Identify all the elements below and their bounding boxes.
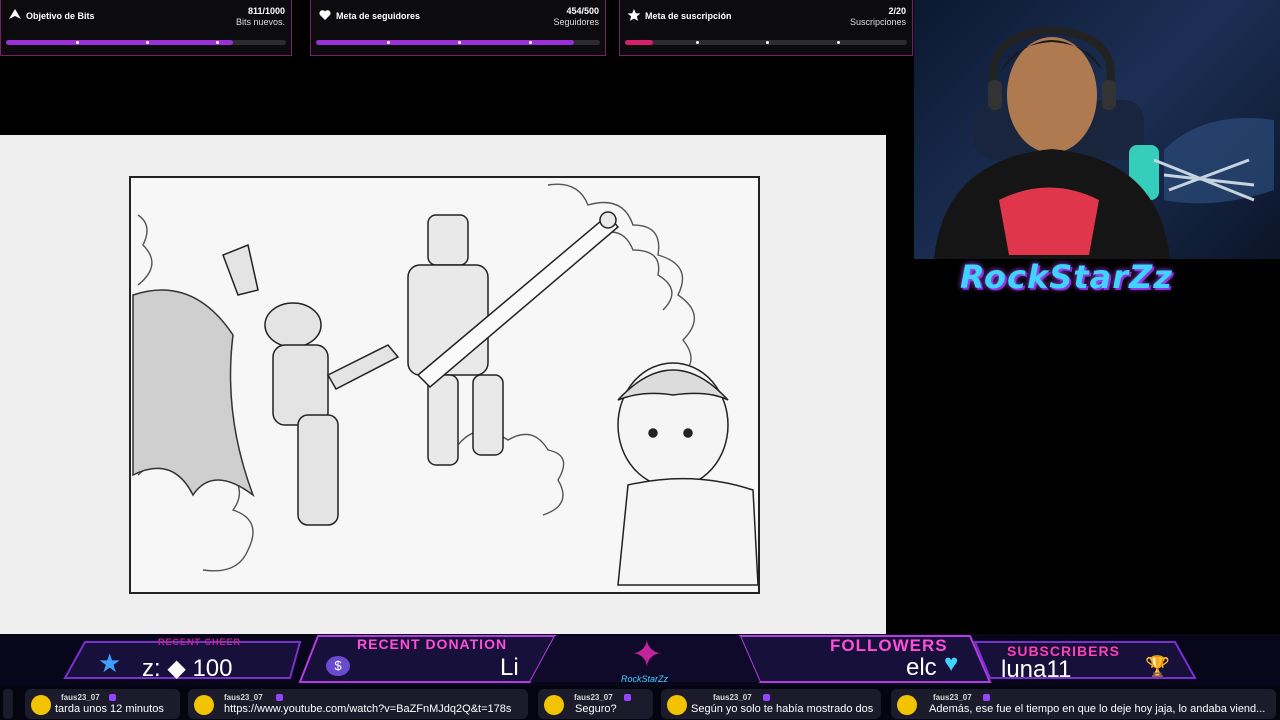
recent-cheer-label: RECENT CHEER [158,637,242,647]
subscribers-value: luna11 [1001,656,1072,683]
drawing-capture-area [0,135,886,635]
subs-goal-widget: Meta de suscripción 2/20 Suscripciones [619,0,913,56]
chat-ticker: faus23_07 tarda unos 12 minutos faus23_0… [0,686,1280,720]
bits-icon [9,9,21,19]
chat-username: faus23_07 [933,693,972,702]
stream-alert-bar: RECENT CHEER ★ z: ◆ 100 RECENT DONATION … [0,634,1280,686]
followers-panel: FOLLOWERS elc ♥ [760,634,970,686]
chat-text: Según yo solo te había mostrado dos [691,703,874,715]
followers-goal-bar [316,40,600,45]
followers-goal-title: Meta de seguidores [336,11,421,21]
chat-username: faus23_07 [713,693,752,702]
heart-follow-icon [319,10,331,20]
center-logo: ✦ RockStarZz [605,634,700,686]
chat-message: faus23_07 Seguro? [538,689,653,719]
chat-username: faus23_07 [224,693,263,702]
chat-username: faus23_07 [574,693,613,702]
star-icon: ★ [98,648,122,678]
bits-goal-widget: Objetivo de Bits 811/1000 Bits nuevos. [0,0,292,56]
streamer-camera-image [934,25,1274,259]
chat-text: tarda unos 12 minutos [55,703,164,715]
chat-message: faus23_07 https://www.youtube.com/watch?… [188,689,528,719]
bits-goal-bar [6,40,286,45]
channel-brand-logo: RockStarZz [960,258,1173,296]
recent-donation-panel: RECENT DONATION $ Li [320,634,540,686]
subs-goal-value: 2/20 [888,6,906,16]
center-logo-text: RockStarZz [621,674,669,684]
subs-goal-sub: Suscripciones [849,17,906,27]
bits-goal-title: Objetivo de Bits [26,11,95,21]
badge-icon [763,694,770,701]
recent-donation-value: Li [500,654,519,681]
bits-goal-fill [6,40,234,45]
badge-icon [276,694,283,701]
trophy-icon: 🏆 [1145,656,1170,678]
chat-scroll-left[interactable] [3,689,13,719]
followers-goal-value: 454/500 [566,6,599,16]
bits-goal-sub: Bits nuevos. [235,17,285,27]
chat-text: Además, ese fue el tiempo en que lo deje… [929,703,1266,715]
webcam-feed [914,0,1280,259]
donation-coin-icon: $ [326,656,350,676]
recent-cheer-panel: RECENT CHEER ★ z: ◆ 100 [90,634,300,686]
pencil-sketch-artwork [129,176,760,594]
star-sub-icon [627,9,641,21]
chat-message: faus23_07 tarda unos 12 minutos [25,689,180,719]
followers-value: elc [906,654,937,681]
user-avatar [897,695,917,715]
user-avatar [194,695,214,715]
chat-message: faus23_07 Además, ese fue el tiempo en q… [891,689,1276,719]
chat-message: faus23_07 Según yo solo te había mostrad… [661,689,881,719]
chat-text: Seguro? [575,703,617,715]
chat-text: https://www.youtube.com/watch?v=BaZFnMJd… [224,703,512,715]
badge-icon [983,694,990,701]
recent-cheer-value: z: ◆ 100 [142,655,233,682]
recent-donation-label: RECENT DONATION [357,636,508,652]
user-avatar [544,695,564,715]
badge-icon [624,694,631,701]
followers-label: FOLLOWERS [830,636,948,655]
logo-star-icon: ✦ [631,634,663,676]
subs-goal-fill [625,40,654,45]
followers-goal-sub: Seguidores [553,17,599,27]
chat-username: faus23_07 [61,693,100,702]
followers-goal-fill [316,40,574,45]
badge-icon [109,694,116,701]
followers-goal-widget: Meta de seguidores 454/500 Seguidores [310,0,606,56]
subs-goal-bar [625,40,907,45]
subscribers-panel: SUBSCRIBERS luna11 🏆 [995,634,1195,686]
subs-goal-title: Meta de suscripción [645,11,732,21]
user-avatar [31,695,51,715]
bits-goal-value: 811/1000 [247,6,285,16]
heart-icon: ♥ [944,650,959,677]
user-avatar [667,695,687,715]
